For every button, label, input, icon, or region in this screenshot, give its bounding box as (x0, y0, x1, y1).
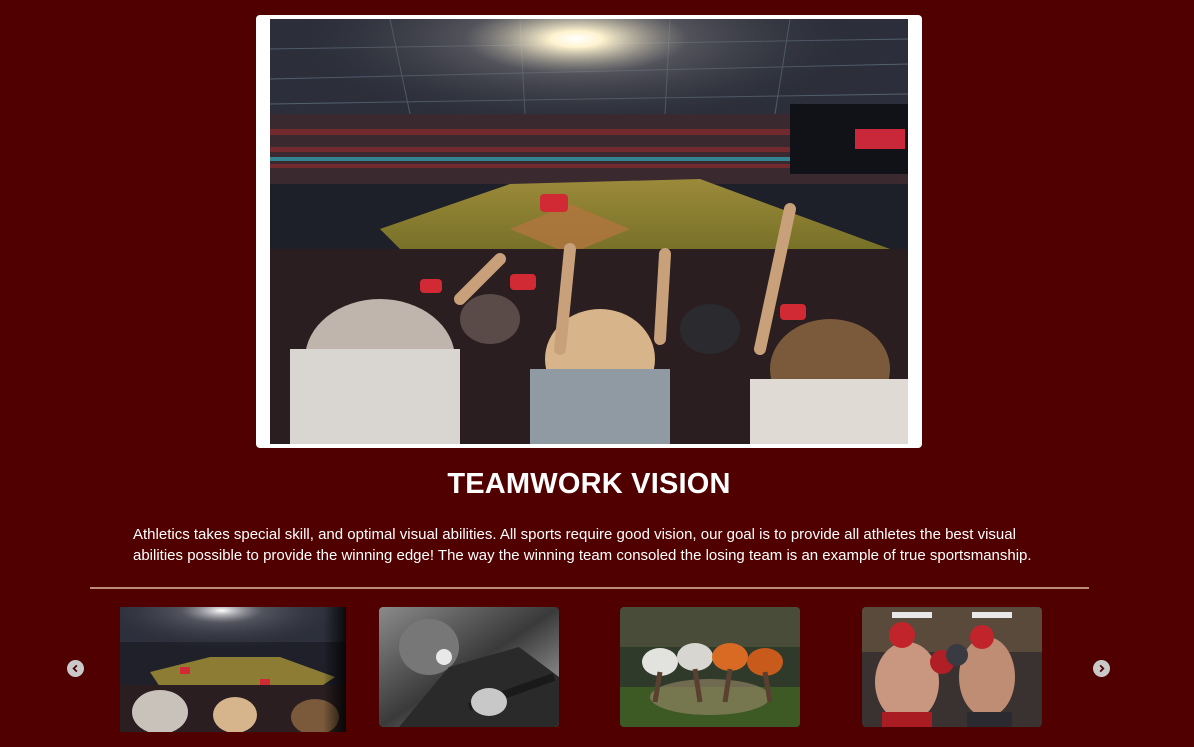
divider (90, 587, 1089, 589)
thumbnail-baseball-batter[interactable] (379, 607, 559, 727)
carousel-prev-button[interactable] (67, 660, 84, 677)
thumbnail-rugby-scrum[interactable] (620, 607, 800, 727)
thumbnail-boxing-match[interactable] (862, 607, 1042, 727)
chevron-right-icon (1097, 664, 1106, 673)
page: TEAMWORK VISION Athletics takes special … (0, 0, 1194, 747)
hero-image-frame (256, 15, 922, 448)
page-title: TEAMWORK VISION (447, 468, 731, 500)
carousel-next-button[interactable] (1093, 660, 1110, 677)
thumbnail-stadium-crowd[interactable] (120, 607, 346, 732)
chevron-left-icon (71, 664, 80, 673)
description-text: Athletics takes special skill, and optim… (133, 526, 1032, 564)
hero-image (270, 19, 908, 444)
